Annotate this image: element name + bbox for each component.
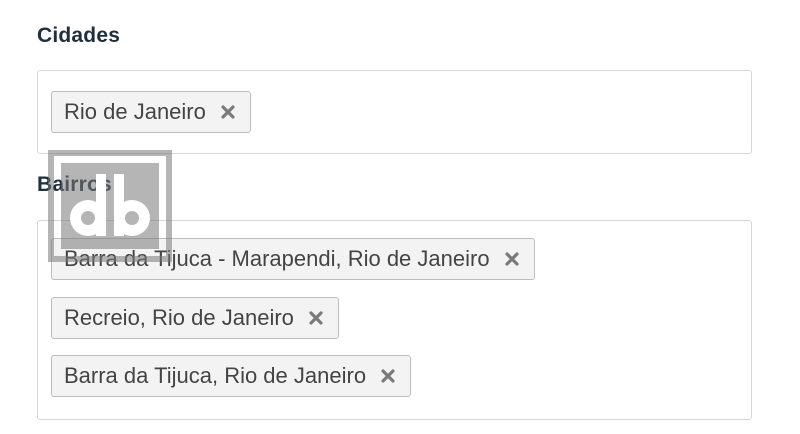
close-icon[interactable] xyxy=(378,366,398,386)
cidades-tag-input[interactable]: Rio de Janeiro xyxy=(37,70,752,154)
cidades-label: Cidades xyxy=(37,24,121,47)
bairro-tag-label: Recreio, Rio de Janeiro xyxy=(64,305,294,330)
close-icon[interactable] xyxy=(218,102,238,122)
bairro-tag-label: Barra da Tijuca - Marapendi, Rio de Jane… xyxy=(64,246,490,271)
bairro-tag-label: Barra da Tijuca, Rio de Janeiro xyxy=(64,363,367,388)
close-icon[interactable] xyxy=(502,249,522,269)
bairro-tag: Recreio, Rio de Janeiro xyxy=(51,297,339,339)
bairro-tag: Barra da Tijuca, Rio de Janeiro xyxy=(51,355,412,397)
close-icon[interactable] xyxy=(306,308,326,328)
bairro-tag: Barra da Tijuca - Marapendi, Rio de Jane… xyxy=(51,238,535,280)
bairros-label: Bairros xyxy=(37,173,112,196)
bairros-tag-input[interactable]: Barra da Tijuca - Marapendi, Rio de Jane… xyxy=(37,220,752,420)
cidade-tag-label: Rio de Janeiro xyxy=(64,99,206,124)
cidade-tag: Rio de Janeiro xyxy=(51,91,251,133)
